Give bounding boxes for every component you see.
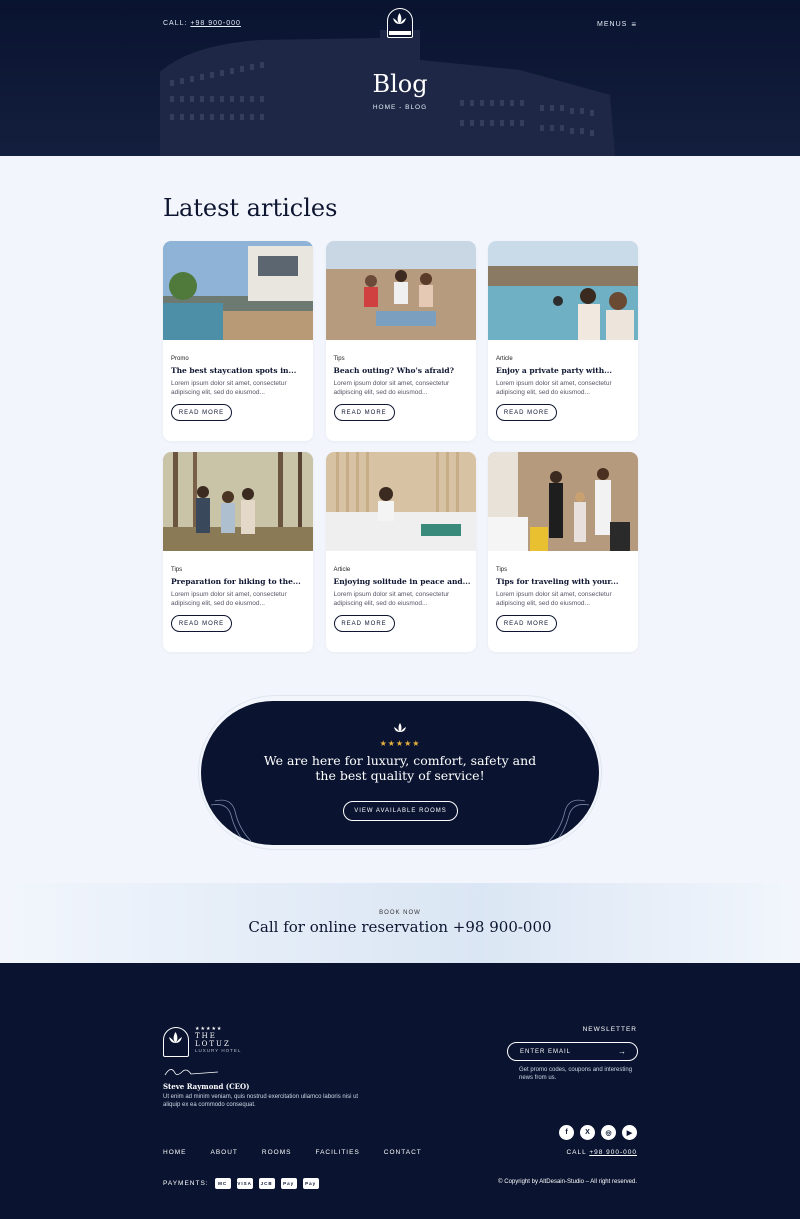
article-category: Article: [333, 567, 351, 573]
footer-nav: HOME ABOUT ROOMS FACILITIES CONTACT: [163, 1149, 422, 1156]
ceo-name: Steve Raymond (CEO): [163, 1082, 250, 1091]
copyright: © Copyright by AltDesain-Studio – All ri…: [498, 1179, 637, 1185]
breadcrumb[interactable]: HOME - BLOG: [0, 104, 800, 111]
article-category: Tips: [496, 567, 508, 573]
rating-stars: ★★★★★: [379, 739, 421, 748]
footer-nav-contact[interactable]: CONTACT: [384, 1149, 422, 1156]
promo-message-line: We are here for luxury, comfort, safety …: [263, 753, 537, 768]
brand-name-line: THE: [195, 1032, 217, 1040]
footer-brand: ★★★★★ THE LOTUZ LUXURY HOTEL: [195, 1026, 241, 1053]
article-image-pool-villa[interactable]: [163, 241, 313, 340]
mastercard-icon: MC: [214, 1178, 231, 1189]
article-category: Article: [496, 356, 513, 362]
email-field[interactable]: ENTER EMAIL →: [507, 1042, 638, 1061]
article-image-family-luggage[interactable]: [488, 452, 638, 551]
read-more-button[interactable]: READ MORE: [171, 615, 232, 632]
facebook-icon[interactable]: f: [559, 1125, 574, 1140]
page-title: Blog: [372, 70, 428, 98]
footer: ★★★★★ THE LOTUZ LUXURY HOTEL Steve Raymo…: [0, 963, 800, 1219]
article-title[interactable]: The best staycation spots in...: [171, 366, 296, 375]
social-links: f X ◎ ▶: [559, 1125, 637, 1140]
article-image-bedroom-relax[interactable]: [325, 452, 476, 551]
newsletter-label: NEWSLETTER: [582, 1026, 637, 1033]
article-image-forest-hike[interactable]: [163, 452, 313, 551]
menu-lines-icon: ≡: [631, 20, 637, 29]
brand-name-line: LOTUZ: [195, 1040, 231, 1048]
footer-logo-icon[interactable]: [163, 1027, 189, 1057]
x-twitter-icon[interactable]: X: [580, 1125, 595, 1140]
article-title[interactable]: Beach outing? Who's afraid?: [334, 366, 454, 375]
read-more-button[interactable]: READ MORE: [171, 404, 232, 421]
read-more-button[interactable]: READ MORE: [496, 404, 557, 421]
footer-call-label: CALL: [566, 1149, 587, 1156]
youtube-icon[interactable]: ▶: [622, 1125, 637, 1140]
ceo-text: Ut enim ad minim veniam, quis nostrud ex…: [163, 1094, 359, 1108]
article-image-beach-friends[interactable]: [325, 241, 476, 340]
call-number-link[interactable]: +98 900-000: [190, 20, 241, 27]
footer-nav-home[interactable]: HOME: [163, 1149, 187, 1156]
article-card[interactable]: Tips Preparation for hiking to the... Lo…: [163, 452, 313, 652]
article-image-pool-party[interactable]: [488, 241, 638, 340]
article-excerpt: Lorem ipsum dolor sit amet, consectetur …: [496, 380, 612, 396]
section-title: Latest articles: [163, 194, 338, 222]
email-placeholder: ENTER EMAIL: [520, 1048, 572, 1055]
header-call[interactable]: CALL: +98 900-000: [163, 20, 241, 27]
footer-call[interactable]: CALL +98 900-000: [566, 1149, 637, 1156]
footer-nav-about[interactable]: ABOUT: [211, 1149, 238, 1156]
article-excerpt: Lorem ipsum dolor sit amet, consectetur …: [171, 380, 287, 396]
lotus-flower-icon: [169, 1032, 182, 1043]
newsletter-text: Get promo codes, coupons and interesting…: [519, 1067, 633, 1081]
promo-banner: ★★★★★ We are here for luxury, comfort, s…: [201, 701, 599, 845]
booking-strip: BOOK NOW Call for online reservation +98…: [0, 883, 800, 963]
payments: PAYMENTS: MC VISA JCB Pay Pay: [163, 1178, 319, 1189]
footer-nav-facilities[interactable]: FACILITIES: [315, 1149, 359, 1156]
menus-label: MENUS: [597, 21, 628, 28]
jcb-icon: JCB: [258, 1178, 275, 1189]
article-title[interactable]: Tips for traveling with your...: [496, 577, 618, 586]
logo-text-strip: [389, 31, 411, 35]
read-more-button[interactable]: READ MORE: [333, 615, 395, 632]
menus-button[interactable]: MENUS ≡: [597, 20, 637, 29]
footer-call-number[interactable]: +98 900-000: [589, 1149, 637, 1156]
apple-pay-icon: Pay: [302, 1178, 319, 1189]
instagram-icon[interactable]: ◎: [601, 1125, 616, 1140]
promo-message-line: the best quality of service!: [315, 768, 485, 783]
signature-image: [164, 1069, 219, 1076]
article-excerpt: Lorem ipsum dolor sit amet, consectetur …: [333, 380, 450, 396]
article-title[interactable]: Enjoy a private party with...: [496, 366, 612, 375]
lotus-flower-icon: [393, 13, 406, 24]
articles-grid: Promo The best staycation spots in... Lo…: [163, 241, 638, 652]
read-more-button[interactable]: READ MORE: [333, 404, 395, 421]
view-rooms-button[interactable]: VIEW AVAILABLE ROOMS: [343, 801, 458, 821]
read-more-button[interactable]: READ MORE: [496, 615, 557, 632]
arrow-right-icon[interactable]: →: [618, 1047, 627, 1056]
footer-nav-rooms[interactable]: ROOMS: [262, 1149, 292, 1156]
reservation-phone[interactable]: Call for online reservation +98 900-000: [0, 918, 800, 936]
brand-subtitle: LUXURY HOTEL: [195, 1048, 242, 1053]
amazon-pay-icon: Pay: [280, 1178, 297, 1189]
article-category: Promo: [171, 356, 189, 362]
lotus-icon: [394, 723, 406, 732]
article-card[interactable]: Promo The best staycation spots in... Lo…: [163, 241, 313, 441]
article-excerpt: Lorem ipsum dolor sit amet, consectetur …: [333, 591, 450, 607]
article-card[interactable]: Tips Tips for traveling with your... Lor…: [488, 452, 638, 652]
article-title[interactable]: Preparation for hiking to the...: [171, 577, 301, 586]
article-excerpt: Lorem ipsum dolor sit amet, consectetur …: [171, 591, 287, 607]
article-excerpt: Lorem ipsum dolor sit amet, consectetur …: [496, 591, 612, 607]
hero-banner: CALL: +98 900-000 MENUS ≡ Blog HOME - BLO…: [0, 0, 800, 156]
payments-label: PAYMENTS:: [163, 1180, 209, 1187]
article-category: Tips: [171, 567, 183, 573]
lotus-logo-icon[interactable]: [387, 8, 413, 38]
article-card[interactable]: Article Enjoy a private party with... Lo…: [488, 241, 638, 441]
article-card[interactable]: Tips Beach outing? Who's afraid? Lorem i…: [325, 241, 476, 441]
article-category: Tips: [333, 356, 345, 362]
article-card[interactable]: Article Enjoying solitude in peace and..…: [325, 452, 476, 652]
call-label: CALL:: [163, 20, 188, 27]
book-now-label: BOOK NOW: [379, 910, 421, 916]
article-title[interactable]: Enjoying solitude in peace and...: [334, 577, 471, 586]
visa-icon: VISA: [236, 1178, 253, 1189]
promo-message: We are here for luxury, comfort, safety …: [201, 753, 599, 783]
